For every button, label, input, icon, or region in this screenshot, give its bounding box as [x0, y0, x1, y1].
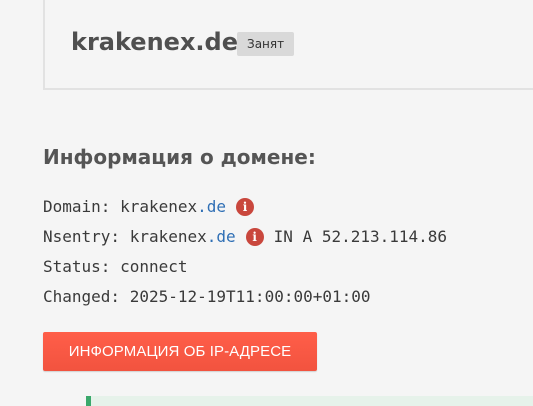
changed-label: Changed:: [43, 287, 121, 306]
ip-info-button[interactable]: ИНФОРМАЦИЯ ОБ IP-АДРЕСЕ: [43, 332, 317, 371]
status-line: Status: connect: [43, 256, 188, 278]
info-circle-icon[interactable]: i: [245, 228, 264, 246]
next-section-panel: [86, 396, 533, 406]
nsentry-tld-link[interactable]: .de: [207, 226, 236, 248]
info-circle-icon[interactable]: i: [236, 198, 255, 216]
domain-title: krakenex.de: [71, 28, 239, 56]
nsentry-label: Nsentry:: [43, 227, 121, 246]
domain-name: krakenex: [120, 197, 198, 216]
status-badge: Занят: [237, 32, 295, 56]
changed-line: Changed: 2025-12-19T11:00:00+01:00: [43, 286, 371, 308]
section-heading: Информация о домене:: [43, 145, 316, 169]
domain-label: Domain:: [43, 197, 111, 216]
domain-line: Domain: krakenex .de i: [43, 196, 264, 218]
status-label: Status:: [43, 257, 111, 276]
changed-value: 2025-12-19T11:00:00+01:00: [129, 287, 371, 306]
nsentry-name: krakenex: [129, 227, 207, 246]
nsentry-record: IN A 52.213.114.86: [273, 227, 448, 246]
status-value: connect: [120, 257, 188, 276]
domain-tld-link[interactable]: .de: [197, 196, 226, 218]
nsentry-line: Nsentry: krakenex .de i IN A 52.213.114.8…: [43, 226, 447, 248]
